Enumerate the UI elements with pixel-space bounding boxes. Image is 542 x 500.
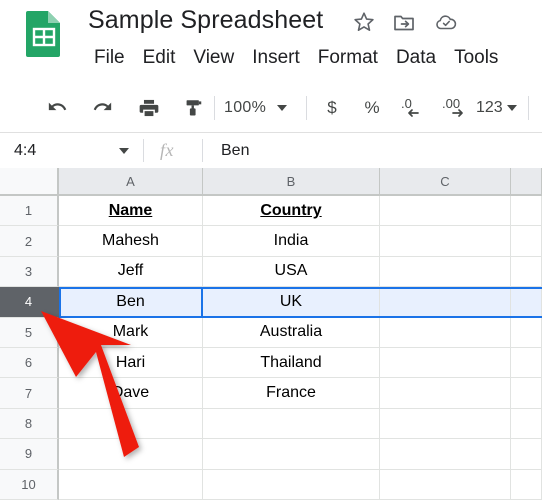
menu-item-data[interactable]: Data (387, 44, 445, 72)
formula-input[interactable]: Ben (221, 133, 531, 168)
cell-A9[interactable] (59, 439, 203, 470)
cell-C1[interactable] (380, 196, 511, 227)
more-formats-dropdown[interactable]: 123 (476, 95, 517, 121)
cell-B2[interactable]: India (203, 226, 380, 257)
google-sheets-window: Sample Spreadsheet File Edit View Insert (0, 0, 542, 500)
undo-icon[interactable] (44, 96, 70, 120)
format-currency-button[interactable]: $ (320, 95, 344, 121)
cell-A1[interactable]: Name (59, 196, 203, 227)
row-header-3[interactable]: 3 (0, 256, 59, 288)
toolbar: 100% $ % .0 .00 123 (0, 84, 542, 133)
menu-item-tools[interactable]: Tools (445, 44, 507, 72)
cell-B1[interactable]: Country (203, 196, 380, 227)
formula-bar: 4:4 fx Ben (0, 133, 542, 169)
toolbar-separator (306, 96, 307, 120)
chevron-down-icon (506, 105, 517, 111)
cell-A8[interactable] (59, 408, 203, 440)
cell-B9[interactable] (203, 439, 380, 470)
cell-B10[interactable] (203, 469, 380, 500)
chevron-down-icon (277, 105, 288, 111)
redo-icon[interactable] (90, 96, 116, 120)
move-to-folder-icon[interactable] (392, 10, 416, 34)
paint-format-icon[interactable] (180, 96, 206, 120)
svg-text:.00: .00 (442, 96, 460, 111)
cell-B4[interactable]: UK (203, 287, 380, 318)
cell-D9[interactable] (511, 439, 542, 470)
cell-C8[interactable] (380, 408, 511, 440)
menu-bar: File Edit View Insert Format Data Tools (88, 44, 507, 72)
column-header-b[interactable]: B (203, 168, 380, 196)
cell-B8[interactable] (203, 408, 380, 440)
cell-B7[interactable]: France (203, 378, 380, 409)
cell-B5[interactable]: Australia (203, 317, 380, 348)
spreadsheet-grid: ABC 1 2 3 4 5 6 7 8 9 10 Name Country Mahesh India Je… (0, 168, 542, 500)
cell-C3[interactable] (380, 256, 511, 288)
menu-item-insert[interactable]: Insert (243, 44, 309, 72)
row-header-2[interactable]: 2 (0, 226, 59, 257)
menu-item-edit[interactable]: Edit (134, 44, 185, 72)
cell-A6[interactable]: Hari (59, 348, 203, 379)
cell-A4[interactable]: Ben (59, 287, 203, 318)
zoom-value: 100% (224, 99, 267, 116)
fx-icon: fx (160, 140, 174, 160)
cell-D7[interactable] (511, 378, 542, 409)
cell-C2[interactable] (380, 226, 511, 257)
column-header-c[interactable]: C (380, 168, 511, 196)
name-box-value: 4:4 (14, 141, 37, 159)
cell-B3[interactable]: USA (203, 256, 380, 288)
cell-D8[interactable] (511, 408, 542, 440)
cell-C9[interactable] (380, 439, 511, 470)
cell-D2[interactable] (511, 226, 542, 257)
cell-C10[interactable] (380, 469, 511, 500)
cell-A5[interactable]: Mark (59, 317, 203, 348)
cell-A10[interactable] (59, 469, 203, 500)
document-title[interactable]: Sample Spreadsheet (88, 6, 323, 35)
format-percent-button[interactable]: % (360, 95, 384, 121)
svg-text:.0: .0 (401, 96, 412, 111)
column-header-d[interactable] (511, 168, 542, 196)
star-icon[interactable] (352, 10, 376, 34)
name-box[interactable]: 4:4 (0, 133, 141, 168)
row-header-10[interactable]: 10 (0, 469, 59, 500)
cell-C5[interactable] (380, 317, 511, 348)
cell-A2[interactable]: Mahesh (59, 226, 203, 257)
row-header-5[interactable]: 5 (0, 317, 59, 348)
cell-D4[interactable] (511, 287, 542, 318)
cell-D10[interactable] (511, 469, 542, 500)
formula-bar-separator (143, 139, 144, 162)
formula-bar-separator (202, 139, 203, 162)
zoom-dropdown[interactable]: 100% (224, 95, 288, 121)
toolbar-separator (528, 96, 529, 120)
cell-C6[interactable] (380, 348, 511, 379)
row-header-8[interactable]: 8 (0, 408, 59, 440)
select-all-corner[interactable] (0, 168, 59, 196)
toolbar-separator (214, 96, 215, 120)
row-header-4[interactable]: 4 (0, 287, 59, 318)
title-bar: Sample Spreadsheet File Edit View Insert (0, 0, 542, 84)
cloud-saved-icon[interactable] (434, 10, 458, 34)
increase-decimal-places-icon[interactable]: .00 (440, 95, 474, 121)
menu-item-file[interactable]: File (88, 44, 134, 72)
cell-D6[interactable] (511, 348, 542, 379)
row-header-7[interactable]: 7 (0, 378, 59, 409)
more-formats-label: 123 (476, 99, 503, 116)
row-header-9[interactable]: 9 (0, 439, 59, 470)
cell-C7[interactable] (380, 378, 511, 409)
decrease-decimal-places-icon[interactable]: .0 (396, 95, 430, 121)
row-header-1[interactable]: 1 (0, 196, 59, 227)
cell-A3[interactable]: Jeff (59, 256, 203, 288)
cell-B6[interactable]: Thailand (203, 348, 380, 379)
google-sheets-logo (24, 9, 64, 59)
chevron-down-icon (119, 147, 129, 154)
cell-D5[interactable] (511, 317, 542, 348)
cell-A7[interactable]: Dave (59, 378, 203, 409)
cell-D1[interactable] (511, 196, 542, 227)
print-icon[interactable] (136, 96, 162, 120)
row-header-6[interactable]: 6 (0, 348, 59, 379)
menu-item-format[interactable]: Format (309, 44, 387, 72)
menu-item-view[interactable]: View (184, 44, 243, 72)
cell-C4[interactable] (380, 287, 511, 318)
column-header-a[interactable]: A (59, 168, 203, 196)
cell-D3[interactable] (511, 256, 542, 288)
